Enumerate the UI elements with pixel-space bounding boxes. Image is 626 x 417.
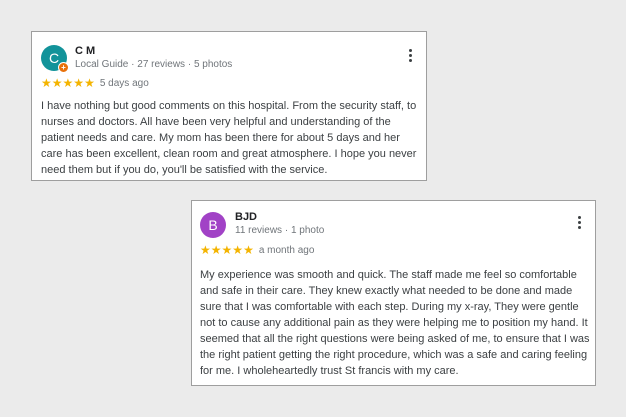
review-text: I have nothing but good comments on this…: [41, 100, 417, 176]
star-rating: ★ ★ ★ ★ ★: [200, 244, 254, 256]
star-icon: ★: [41, 76, 52, 90]
rating-row: ★ ★ ★ ★ ★ 5 days ago: [41, 77, 149, 89]
more-vert-icon[interactable]: [572, 214, 586, 236]
reviewer-meta: Local Guide · 27 reviews · 5 photos: [75, 59, 233, 70]
review-time: a month ago: [258, 244, 315, 256]
star-icon: ★: [73, 76, 84, 90]
avatar-letter: C: [48, 50, 60, 66]
rating-row: ★ ★ ★ ★ ★ a month ago: [200, 244, 314, 256]
review-card: B BJD 11 reviews · 1 photo ★ ★ ★ ★ ★ a m…: [191, 200, 596, 386]
avatar-letter: B: [208, 217, 218, 233]
star-icon: ★: [84, 76, 95, 90]
star-icon: ★: [200, 243, 211, 257]
reviewer-name[interactable]: C M: [75, 45, 95, 57]
reviewer-name[interactable]: BJD: [235, 211, 257, 223]
local-guide-badge-icon: +: [58, 62, 69, 73]
star-icon: ★: [210, 243, 222, 257]
review-text: My experience was smooth and quick. The …: [200, 269, 590, 377]
reviewer-meta: 11 reviews · 1 photo: [235, 225, 325, 236]
review-card: C + C M Local Guide · 27 reviews · 5 pho…: [31, 31, 427, 181]
more-vert-icon[interactable]: [403, 47, 417, 69]
star-icon: ★: [232, 243, 243, 257]
review-time: 5 days ago: [99, 77, 149, 89]
star-icon: ★: [243, 243, 254, 257]
star-icon: ★: [221, 243, 233, 257]
star-rating: ★ ★ ★ ★ ★: [41, 77, 95, 89]
star-icon: ★: [51, 76, 63, 90]
avatar[interactable]: C +: [41, 45, 69, 73]
star-icon: ★: [62, 76, 74, 90]
avatar[interactable]: B: [200, 212, 226, 238]
